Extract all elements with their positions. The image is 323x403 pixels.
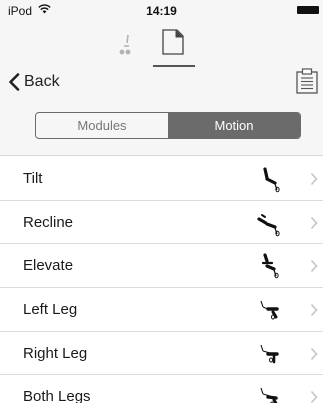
document-view-icon[interactable] (162, 29, 184, 55)
wheelchair-view-icon[interactable] (117, 33, 133, 57)
status-bar: iPod 14:19 (0, 0, 323, 20)
left-leg-icon (260, 300, 279, 320)
list-item-tilt[interactable]: Tilt (0, 157, 323, 201)
list-item-both-legs[interactable]: Both Legs (0, 375, 323, 403)
both-legs-icon (260, 388, 278, 403)
chevron-right-icon (310, 347, 318, 360)
tab-modules[interactable]: Modules (36, 113, 168, 138)
list-item-label: Recline (23, 213, 74, 231)
list-item-recline[interactable]: Recline (0, 201, 323, 245)
active-view-indicator (153, 65, 195, 67)
list-item-label: Left Leg (23, 301, 78, 319)
battery-icon (297, 6, 319, 14)
list-item-label: Both Legs (23, 388, 91, 403)
list-item-label: Tilt (23, 170, 43, 187)
elevate-icon (261, 253, 279, 279)
list-item-label: Elevate (23, 257, 74, 275)
list-item-elevate[interactable]: Elevate (0, 244, 323, 288)
chevron-right-icon (310, 304, 318, 317)
segmented-control: Modules Motion (35, 112, 301, 139)
back-label: Back (24, 73, 60, 90)
motion-list: Tilt Recline Elevate Left Leg Right Leg … (0, 157, 323, 403)
chevron-right-icon (310, 172, 318, 186)
list-item-label: Right Leg (23, 344, 88, 362)
chevron-right-icon (310, 391, 318, 403)
tilt-icon (263, 167, 280, 193)
list-item-right-leg[interactable]: Right Leg (0, 332, 323, 376)
list-item-left-leg[interactable]: Left Leg (0, 288, 323, 332)
right-leg-icon (260, 344, 279, 364)
tab-motion[interactable]: Motion (168, 113, 300, 138)
status-time: 14:19 (146, 4, 177, 18)
back-button[interactable]: Back (8, 70, 60, 94)
chevron-left-icon (9, 73, 20, 91)
chevron-right-icon (310, 260, 318, 273)
clipboard-icon[interactable] (296, 68, 318, 94)
recline-icon (257, 213, 280, 236)
top-area: iPod 14:19 Back Modules Motion (0, 0, 323, 156)
chevron-right-icon (310, 216, 318, 229)
